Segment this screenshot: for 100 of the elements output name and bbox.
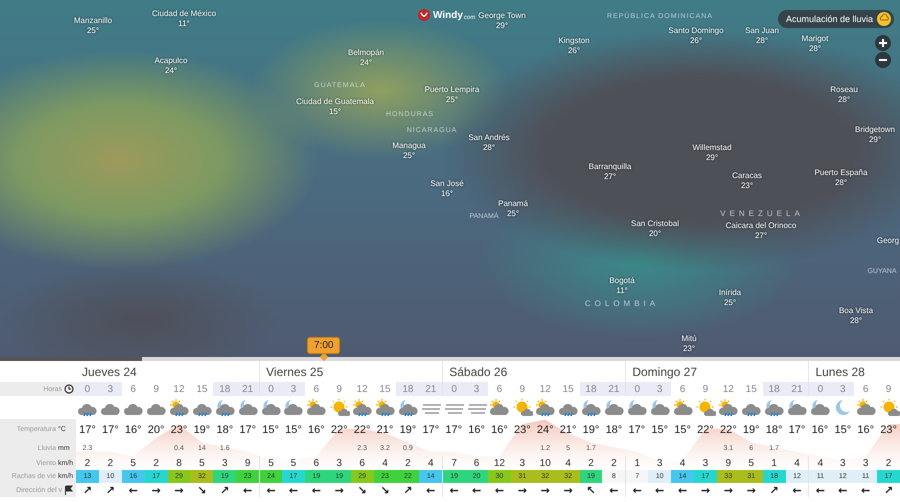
city-temperature: 26° bbox=[690, 36, 702, 46]
wind-value: 3 bbox=[336, 458, 342, 468]
temperature-value: 15° bbox=[651, 424, 668, 436]
city-temperature: 28° bbox=[834, 178, 848, 188]
moon-cloud-icon bbox=[786, 398, 808, 416]
temperature-value: 15° bbox=[674, 424, 691, 436]
hour-cell-text: 12 bbox=[538, 382, 552, 396]
temperature-value: 17° bbox=[422, 424, 440, 436]
hour-cell-text: 9 bbox=[335, 382, 343, 396]
wind-value: 5 bbox=[130, 458, 136, 468]
city-temperature: 16° bbox=[440, 189, 454, 199]
zoom-in-button[interactable] bbox=[875, 35, 891, 51]
hour-cell-text: 12 bbox=[172, 382, 186, 396]
city-name: Ciudad de México bbox=[152, 9, 216, 19]
temperature-value: 16° bbox=[308, 424, 325, 436]
city-name: San José bbox=[430, 179, 464, 189]
wind-direction-arrow: → bbox=[518, 484, 527, 496]
sun-cloud-icon bbox=[672, 398, 694, 416]
wind-value: 3 bbox=[520, 458, 526, 468]
city-temperature: 29° bbox=[706, 153, 718, 163]
temperature-value: 21° bbox=[560, 424, 576, 436]
moon-cloud-icon bbox=[648, 398, 671, 416]
wind-direction-arrow: ↖ bbox=[586, 484, 596, 496]
city-name: Barranquilla bbox=[588, 162, 632, 172]
temperature-value: 22° bbox=[697, 424, 714, 436]
country-label: VENEZUELA bbox=[720, 209, 804, 218]
wind-value: 6 bbox=[314, 458, 320, 468]
city-temperature: 27° bbox=[604, 172, 616, 182]
time-badge[interactable]: 7:00 bbox=[307, 337, 340, 354]
wind-direction-arrow: ← bbox=[838, 484, 848, 496]
city-name: Panamá bbox=[498, 199, 528, 209]
hour-cell-text: 6 bbox=[496, 382, 504, 396]
city-temperature: 25° bbox=[402, 151, 416, 161]
temperature-value: 24° bbox=[536, 424, 554, 436]
temperature-value: 15° bbox=[285, 424, 302, 436]
hour-cell: 0 bbox=[808, 382, 832, 396]
wind-direction-arrow: ↘ bbox=[357, 484, 367, 496]
wind-direction-arrow: ↗ bbox=[403, 484, 412, 496]
hour-cell-text: 12 bbox=[356, 382, 369, 396]
hour-cell: 18 bbox=[580, 382, 602, 396]
wind-value: 2 bbox=[886, 458, 892, 468]
sun-rain-cloud-icon bbox=[534, 398, 556, 416]
zoom-out-button[interactable] bbox=[875, 52, 891, 68]
layer-button[interactable]: Acumulación de lluvia bbox=[778, 10, 894, 28]
wind-direction-arrow: ← bbox=[632, 484, 642, 496]
hour-cell: 3 bbox=[465, 382, 488, 396]
wind-value: 3 bbox=[840, 458, 846, 468]
hour-cell-text: 9 bbox=[518, 382, 526, 396]
hour-cell-text: 9 bbox=[884, 382, 892, 396]
wind-value: 5 bbox=[290, 458, 296, 468]
wind-value: 3 bbox=[656, 458, 662, 468]
temperature-value: 17° bbox=[628, 424, 646, 436]
hour-cell: 21 bbox=[786, 382, 808, 396]
timeline-track[interactable] bbox=[0, 357, 900, 361]
temperature-value: 17° bbox=[79, 424, 96, 436]
hour-cell: 0 bbox=[625, 382, 648, 396]
temperature-value: 17° bbox=[788, 424, 806, 436]
temperature-value: 16° bbox=[812, 424, 828, 436]
wind-value: 1 bbox=[771, 458, 777, 468]
wind-direction-arrow: → bbox=[151, 484, 161, 496]
sun-cloud-icon bbox=[878, 398, 900, 416]
hour-cell-text: 15 bbox=[744, 382, 758, 396]
wind-value: 2 bbox=[405, 458, 411, 468]
city-name: Acapulco bbox=[154, 56, 188, 66]
temperature-value: 23° bbox=[170, 424, 188, 436]
country-label: COLOMBIA bbox=[584, 299, 660, 308]
city-name: Caicara del Orinoco bbox=[726, 221, 796, 231]
wind-direction-arrow: → bbox=[174, 484, 184, 496]
city-temperature: 25° bbox=[506, 209, 520, 219]
wind-direction-arrow: ← bbox=[655, 484, 664, 496]
wind-value: 4 bbox=[565, 458, 571, 468]
city-name: Georg bbox=[876, 236, 900, 246]
temperature-value: 22° bbox=[330, 424, 348, 436]
wind-direction-arrow: ← bbox=[678, 484, 688, 496]
hour-cell: 0 bbox=[76, 382, 99, 396]
wind-direction-arrow: ← bbox=[450, 484, 459, 496]
temperature-value: 23° bbox=[880, 424, 897, 436]
sun-rain-cloud-icon bbox=[351, 398, 374, 416]
moon-rain-cloud-icon bbox=[763, 398, 786, 416]
temperature-value: 18° bbox=[766, 424, 782, 436]
city-temperature: 28° bbox=[808, 44, 822, 54]
day-label: Viernes 25 bbox=[259, 361, 442, 382]
hour-cell: 21 bbox=[236, 382, 260, 396]
wind-value: 4 bbox=[818, 458, 824, 468]
moon-cloud-icon bbox=[236, 398, 259, 416]
wind-direction-arrow: ← bbox=[816, 484, 825, 496]
sun-rain-cloud-icon bbox=[717, 398, 740, 416]
wind-direction-arrow: ↘ bbox=[380, 484, 390, 496]
logo-text: Windy bbox=[433, 10, 463, 20]
temperature-value: 18° bbox=[216, 424, 234, 436]
wind-direction-arrow: ← bbox=[426, 484, 436, 496]
temperature-value: 19° bbox=[400, 424, 416, 436]
sun-cloud-icon bbox=[694, 398, 716, 416]
hour-cell-text: 6 bbox=[312, 382, 320, 396]
hour-cell: 3 bbox=[98, 382, 122, 396]
moon-rain-cloud-icon bbox=[214, 398, 236, 416]
hour-cell: 3 bbox=[282, 382, 305, 396]
sun-cloud-icon bbox=[305, 398, 328, 416]
wind-direction-arrow: ← bbox=[792, 484, 802, 496]
temperature-value: 15° bbox=[834, 424, 852, 436]
